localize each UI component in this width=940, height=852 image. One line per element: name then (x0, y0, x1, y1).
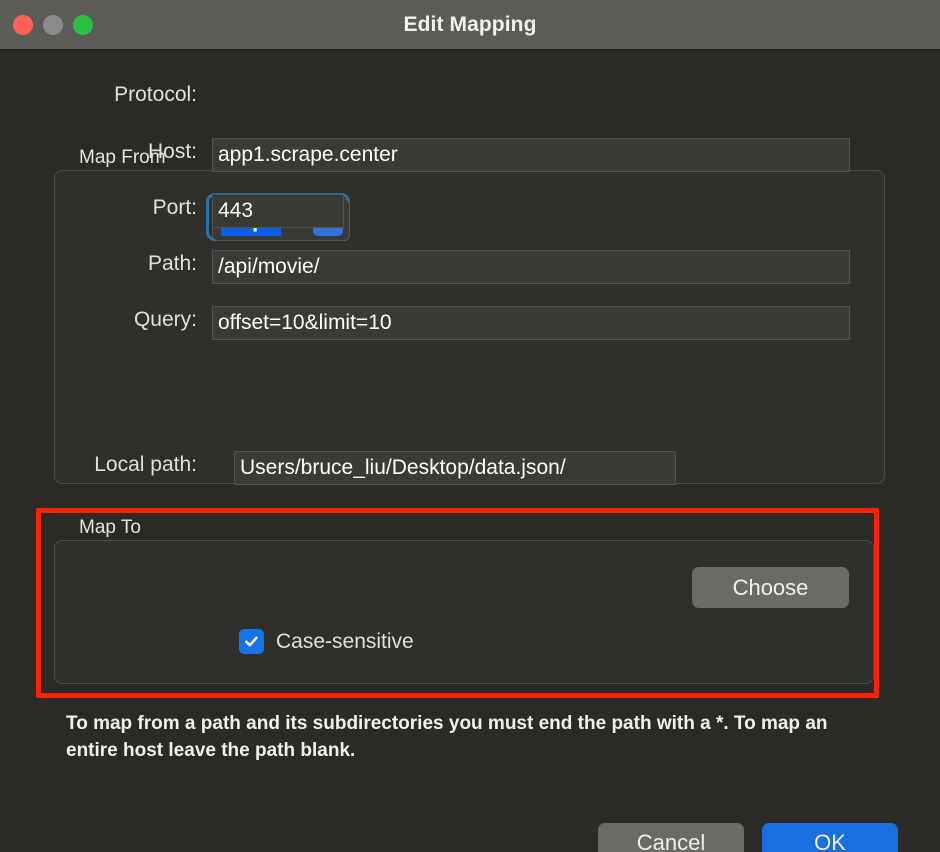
window-title: Edit Mapping (403, 12, 537, 36)
map-to-group (54, 540, 874, 684)
edit-mapping-window: Edit Mapping Map From Protocol: https Ho… (0, 0, 940, 852)
local-path-label: Local path: (94, 453, 197, 476)
host-label: Host: (147, 140, 197, 163)
traffic-light-group (13, 0, 93, 50)
case-sensitive-row[interactable]: Case-sensitive (239, 629, 414, 654)
protocol-label: Protocol: (114, 83, 197, 106)
ok-button[interactable]: OK (762, 823, 898, 852)
query-input[interactable]: offset=10&limit=10 (212, 306, 850, 340)
choose-button[interactable]: Choose (692, 567, 849, 608)
path-input[interactable]: /api/movie/ (212, 250, 850, 284)
cancel-button[interactable]: Cancel (598, 823, 744, 852)
window-titlebar: Edit Mapping (0, 0, 940, 50)
case-sensitive-checkbox[interactable] (239, 629, 264, 654)
query-label: Query: (133, 308, 197, 331)
dialog-body: Map From Protocol: https Host: app1.scra… (0, 50, 940, 852)
minimize-window-button[interactable] (43, 15, 63, 35)
path-label: Path: (147, 252, 197, 275)
zoom-window-button[interactable] (73, 15, 93, 35)
local-path-input[interactable]: /Users/bruce_liu/Desktop/data.json (234, 451, 676, 485)
case-sensitive-label: Case-sensitive (276, 629, 414, 653)
host-input[interactable]: app1.scrape.center (212, 138, 850, 172)
port-input[interactable]: 443 (212, 194, 344, 228)
close-window-button[interactable] (13, 15, 33, 35)
help-text: To map from a path and its subdirectorie… (66, 713, 828, 761)
port-label: Port: (152, 196, 197, 219)
map-to-group-title: Map To (72, 517, 148, 539)
